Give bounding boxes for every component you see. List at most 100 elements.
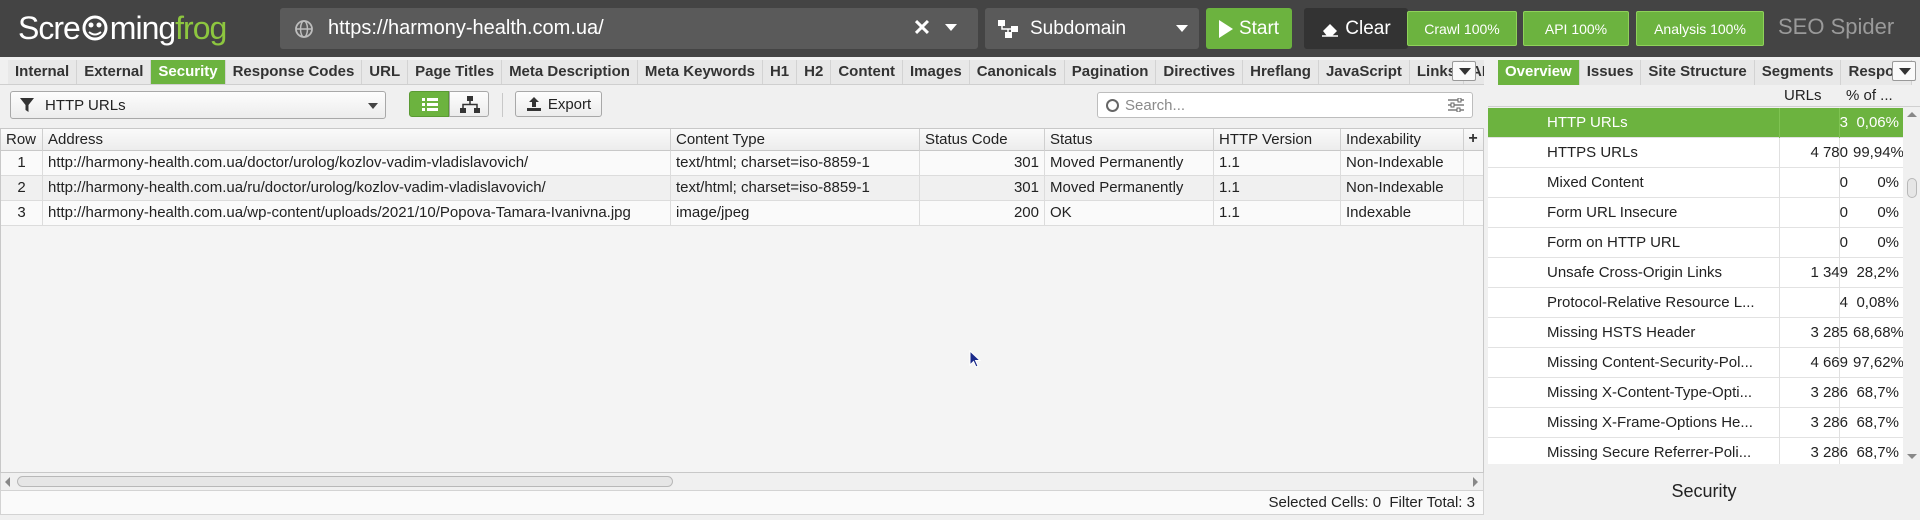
overview-list-item[interactable]: Protocol-Relative Resource L... 4 0,08% bbox=[1488, 288, 1903, 318]
search-options-icon[interactable] bbox=[1448, 98, 1464, 112]
tree-view-button[interactable] bbox=[449, 91, 489, 117]
analysis-progress-badge[interactable]: Analysis 100% bbox=[1636, 11, 1764, 46]
cell-row[interactable]: 1 bbox=[1, 151, 43, 176]
tab-pagination[interactable]: Pagination bbox=[1064, 60, 1157, 84]
tabs-overflow-dropdown[interactable] bbox=[1452, 61, 1476, 81]
cell-indexability[interactable]: Indexable bbox=[1341, 201, 1464, 226]
tab-meta-keywords[interactable]: Meta Keywords bbox=[637, 60, 763, 84]
column-header-percent[interactable]: % of ... bbox=[1846, 87, 1893, 104]
overview-list-item[interactable]: HTTP URLs 3 0,06% bbox=[1488, 108, 1903, 138]
overview-list-item[interactable]: Form on HTTP URL 0 0% bbox=[1488, 228, 1903, 258]
cell-row[interactable]: 2 bbox=[1, 176, 43, 201]
list-view-button[interactable] bbox=[409, 91, 449, 117]
cell-address[interactable]: http://harmony-health.com.ua/doctor/urol… bbox=[43, 151, 671, 176]
cell-content-type[interactable]: image/jpeg bbox=[671, 201, 920, 226]
search-box[interactable] bbox=[1097, 92, 1473, 118]
right-tab-site-structure[interactable]: Site Structure bbox=[1641, 60, 1755, 85]
overview-list-item[interactable]: Missing Content-Security-Pol... 4 669 97,6… bbox=[1488, 348, 1903, 378]
scroll-up-icon[interactable] bbox=[1907, 112, 1917, 117]
crawl-progress-badge[interactable]: Crawl 100% bbox=[1407, 11, 1517, 46]
right-tab-overview[interactable]: Overview bbox=[1498, 60, 1580, 85]
column-header-urls[interactable]: URLs bbox=[1784, 87, 1822, 104]
cell-http-version[interactable]: 1.1 bbox=[1214, 176, 1341, 201]
horizontal-scrollbar[interactable] bbox=[0, 473, 1484, 491]
cell-status[interactable]: OK bbox=[1045, 201, 1214, 226]
column-header-address[interactable]: Address bbox=[43, 129, 671, 151]
tab-page-titles[interactable]: Page Titles bbox=[408, 60, 503, 84]
tab-content[interactable]: Content bbox=[831, 60, 903, 84]
cell-status-code[interactable]: 301 bbox=[920, 176, 1045, 201]
cell-status-code[interactable]: 301 bbox=[920, 151, 1045, 176]
tab-response-codes[interactable]: Response Codes bbox=[225, 60, 363, 84]
overview-list-item[interactable]: HTTPS URLs 4 780 99,94% bbox=[1488, 138, 1903, 168]
cell-status[interactable]: Moved Permanently bbox=[1045, 151, 1214, 176]
tab-url[interactable]: URL bbox=[362, 60, 409, 84]
clear-url-icon[interactable]: ✕ bbox=[910, 16, 934, 40]
cell-address[interactable]: http://harmony-health.com.ua/wp-content/… bbox=[43, 201, 671, 226]
search-input[interactable] bbox=[1125, 95, 1425, 115]
overview-list-item[interactable]: Missing Secure Referrer-Poli... 3 286 68,7… bbox=[1488, 438, 1903, 464]
scroll-down-icon[interactable] bbox=[1907, 454, 1917, 459]
tab-hreflang[interactable]: Hreflang bbox=[1243, 60, 1319, 84]
scrollbar-thumb[interactable] bbox=[17, 476, 673, 487]
column-header-http-version[interactable]: HTTP Version bbox=[1214, 129, 1341, 151]
cell-row[interactable]: 3 bbox=[1, 201, 43, 226]
clear-button[interactable]: Clear bbox=[1304, 8, 1408, 49]
cell-content-type[interactable]: text/html; charset=iso-8859-1 bbox=[671, 151, 920, 176]
column-header-content-type[interactable]: Content Type bbox=[671, 129, 920, 151]
right-tab-segments[interactable]: Segments bbox=[1754, 60, 1842, 85]
tab-internal[interactable]: Internal bbox=[8, 60, 78, 84]
column-header-indexability[interactable]: Indexability bbox=[1341, 129, 1464, 151]
column-header-status[interactable]: Status bbox=[1045, 129, 1214, 151]
url-bar[interactable]: ✕ bbox=[280, 8, 978, 49]
overview-item-count: 4 780 bbox=[1810, 144, 1848, 161]
table-row[interactable]: 1 http://harmony-health.com.ua/doctor/ur… bbox=[1, 151, 1483, 176]
api-progress-badge[interactable]: API 100% bbox=[1523, 11, 1629, 46]
tab-javascript[interactable]: JavaScript bbox=[1318, 60, 1410, 84]
column-header-row[interactable]: Row bbox=[1, 129, 43, 151]
vertical-scrollbar[interactable] bbox=[1904, 108, 1920, 464]
url-history-dropdown-icon[interactable] bbox=[945, 24, 957, 31]
overview-list-item[interactable]: Missing X-Frame-Options He... 3 286 68,7% bbox=[1488, 408, 1903, 438]
crawl-mode-select[interactable]: Subdomain bbox=[985, 8, 1199, 49]
start-button[interactable]: Start bbox=[1206, 8, 1292, 49]
tab-images[interactable]: Images bbox=[903, 60, 970, 84]
add-column-icon[interactable]: + bbox=[1464, 130, 1482, 150]
tree-view-icon bbox=[460, 96, 480, 113]
cell-status-code[interactable]: 200 bbox=[920, 201, 1045, 226]
filter-dropdown[interactable]: HTTP URLs bbox=[10, 91, 386, 119]
tab-canonicals[interactable]: Canonicals bbox=[969, 60, 1065, 84]
url-input[interactable] bbox=[328, 12, 868, 45]
cell-indexability[interactable]: Non-Indexable bbox=[1341, 176, 1464, 201]
cell-content-type[interactable]: text/html; charset=iso-8859-1 bbox=[671, 176, 920, 201]
tab-meta-description[interactable]: Meta Description bbox=[502, 60, 638, 84]
tab-directives[interactable]: Directives bbox=[1156, 60, 1244, 84]
overview-item-count: 3 286 bbox=[1810, 444, 1848, 461]
table-row[interactable]: 2 http://harmony-health.com.ua/ru/doctor… bbox=[1, 176, 1483, 201]
table-row[interactable]: 3 http://harmony-health.com.ua/wp-conten… bbox=[1, 201, 1483, 226]
cell-address[interactable]: http://harmony-health.com.ua/ru/doctor/u… bbox=[43, 176, 671, 201]
overview-list-item[interactable]: Missing X-Content-Type-Opti... 3 286 68,7% bbox=[1488, 378, 1903, 408]
export-button[interactable]: Export bbox=[515, 91, 602, 117]
overview-list-item[interactable]: Unsafe Cross-Origin Links 1 349 28,2% bbox=[1488, 258, 1903, 288]
overview-list-item[interactable]: Missing HSTS Header 3 285 68,68% bbox=[1488, 318, 1903, 348]
cell-status[interactable]: Moved Permanently bbox=[1045, 176, 1214, 201]
column-divider bbox=[1839, 348, 1840, 378]
tab-security[interactable]: Security bbox=[151, 60, 226, 84]
cell-http-version[interactable]: 1.1 bbox=[1214, 151, 1341, 176]
overview-list-item[interactable]: Mixed Content 0 0% bbox=[1488, 168, 1903, 198]
scroll-left-icon[interactable] bbox=[5, 477, 10, 487]
right-tabs-overflow-dropdown[interactable] bbox=[1892, 61, 1916, 81]
column-header-status-code[interactable]: Status Code bbox=[920, 129, 1045, 151]
cell-http-version[interactable]: 1.1 bbox=[1214, 201, 1341, 226]
tab-external[interactable]: External bbox=[77, 60, 152, 84]
overview-item-percent: 0% bbox=[1877, 174, 1899, 191]
scroll-right-icon[interactable] bbox=[1473, 477, 1478, 487]
cell-indexability[interactable]: Non-Indexable bbox=[1341, 151, 1464, 176]
filter-icon bbox=[20, 98, 34, 112]
overview-list-item[interactable]: Form URL Insecure 0 0% bbox=[1488, 198, 1903, 228]
tab-h2[interactable]: H2 bbox=[797, 60, 832, 84]
right-tab-issues[interactable]: Issues bbox=[1579, 60, 1642, 85]
tab-h1[interactable]: H1 bbox=[762, 60, 798, 84]
scrollbar-thumb[interactable] bbox=[1907, 178, 1917, 198]
